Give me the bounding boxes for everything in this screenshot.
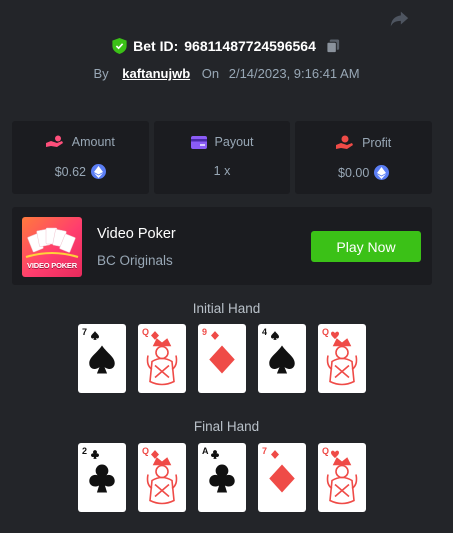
- final-card-1: 2: [78, 443, 126, 512]
- initial-card-3: 9: [198, 324, 246, 393]
- eth-icon: [374, 165, 390, 180]
- diamond-icon: [271, 446, 279, 464]
- username-link[interactable]: kaftanujwb: [122, 66, 190, 81]
- bet-id-row: Bet ID: 96811487724596564: [0, 38, 453, 54]
- spade-icon: [91, 327, 99, 345]
- club-icon: [89, 464, 115, 497]
- final-card-3: A: [198, 443, 246, 512]
- stat-payout-value: 1 x: [213, 164, 231, 178]
- queen-face-icon: [324, 336, 360, 393]
- stat-payout-label: Payout: [214, 135, 254, 149]
- by-label: By: [93, 66, 109, 81]
- spade-icon: [89, 345, 115, 378]
- queen-face-icon: [326, 338, 358, 386]
- game-provider: BC Originals: [97, 253, 173, 268]
- initial-card-1: 7: [78, 324, 126, 393]
- diamond-icon: [269, 464, 295, 497]
- spade-icon: [271, 327, 279, 345]
- initial-card-4: 4: [258, 324, 306, 393]
- stat-amount: Amount $0.62: [12, 121, 149, 194]
- card-payout-icon: [190, 135, 207, 149]
- final-hand: 2 Q A 7 Q: [78, 443, 366, 512]
- diamond-icon: [209, 345, 235, 378]
- final-card-2: Q: [138, 443, 186, 512]
- initial-hand-title: Initial Hand: [192, 301, 261, 316]
- bet-stats: Amount $0.62 Payout 1 x Profit $0.00: [12, 121, 433, 194]
- final-card-5: Q: [318, 443, 366, 512]
- bet-id-label: Bet ID:: [133, 38, 179, 54]
- eth-icon: [90, 164, 106, 179]
- club-icon: [211, 446, 219, 464]
- card-rank: 2: [82, 446, 88, 456]
- final-hand-title: Final Hand: [193, 419, 260, 434]
- stat-profit-label: Profit: [362, 135, 392, 150]
- game-card: VIDEO POKER Video Poker BC Originals Pla…: [12, 207, 432, 285]
- hand-profit-icon: [336, 135, 354, 149]
- play-now-button[interactable]: Play Now: [311, 231, 421, 262]
- cards-fan-icon: [25, 227, 79, 258]
- queen-face-icon: [146, 457, 178, 505]
- stat-amount-value: $0.62: [54, 164, 86, 179]
- stat-payout: Payout 1 x: [153, 121, 291, 194]
- stat-profit-value: $0.00: [338, 165, 370, 180]
- initial-card-5: Q: [318, 324, 366, 393]
- card-rank: 9: [202, 327, 208, 337]
- queen-face-icon: [324, 455, 360, 512]
- copy-icon[interactable]: [326, 38, 341, 54]
- queen-face-icon: [326, 457, 358, 505]
- final-card-4: 7: [258, 443, 306, 512]
- queen-face-icon: [144, 336, 180, 393]
- club-icon: [91, 446, 99, 464]
- initial-hand: 7 Q 9 4 Q: [78, 324, 366, 393]
- queen-face-icon: [146, 338, 178, 386]
- bet-id-value: 96811487724596564: [184, 38, 316, 54]
- game-thumbnail[interactable]: VIDEO POKER: [22, 217, 82, 277]
- bet-date: 2/14/2023, 9:16:41 AM: [228, 66, 360, 81]
- verified-shield-icon: [112, 38, 127, 54]
- spade-icon: [269, 345, 295, 378]
- card-rank: A: [202, 446, 209, 456]
- hand-coins-icon: [45, 135, 63, 147]
- on-label: On: [201, 66, 220, 81]
- author-row: By kaftanujwb On 2/14/2023, 9:16:41 AM: [0, 66, 453, 81]
- stat-amount-label: Amount: [71, 135, 115, 149]
- diamond-icon: [211, 327, 219, 345]
- card-rank: 7: [262, 446, 268, 456]
- game-title[interactable]: Video Poker: [97, 226, 176, 242]
- share-icon[interactable]: [388, 8, 410, 30]
- queen-face-icon: [144, 455, 180, 512]
- club-icon: [209, 464, 235, 497]
- card-rank: 7: [82, 327, 88, 337]
- stat-profit: Profit $0.00: [295, 121, 433, 194]
- card-rank: 4: [262, 327, 268, 337]
- initial-card-2: Q: [138, 324, 186, 393]
- thumbnail-text: VIDEO POKER: [27, 261, 77, 270]
